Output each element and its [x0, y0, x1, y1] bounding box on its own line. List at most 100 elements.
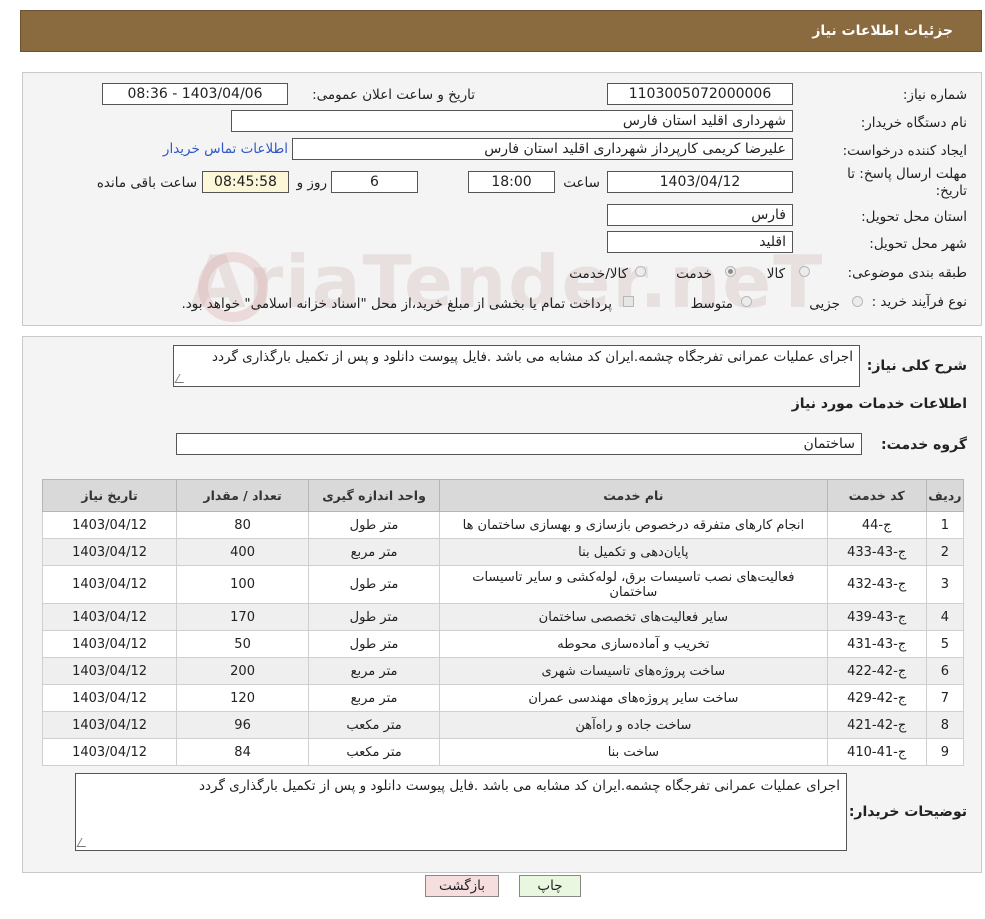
- cell-unit: متر مکعب: [308, 711, 440, 739]
- cell-unit: متر مربع: [308, 538, 440, 566]
- buyer-org-field[interactable]: شهرداری اقلید استان فارس: [231, 110, 793, 132]
- cell-service-name: سایر فعالیت‌های تخصصی ساختمان: [439, 603, 828, 631]
- remaining-days-field[interactable]: 6: [331, 171, 418, 193]
- cell-quantity: 96: [176, 711, 310, 739]
- service-group-field[interactable]: ساختمان: [176, 433, 862, 455]
- resize-grip-icon[interactable]: [174, 374, 189, 383]
- city-label: شهر محل تحویل:: [869, 236, 967, 252]
- summary-text: اجرای عملیات عمرانی تفرجگاه چشمه.ایران ک…: [211, 349, 853, 365]
- table-row: 3 ج-43-432 فعالیت‌های نصب تاسیسات برق، ل…: [41, 565, 965, 604]
- remaining-time-field[interactable]: 08:45:58: [202, 171, 289, 193]
- category-goods-service-label: کالا/خدمت: [569, 266, 628, 282]
- cell-row-number: 8: [925, 711, 965, 739]
- service-group-label: گروه خدمت:: [881, 437, 967, 453]
- table-row: 7 ج-42-429 ساخت سایر پروژه‌های مهندسی عم…: [41, 684, 965, 712]
- cell-service-code: ج-43-432: [826, 565, 927, 604]
- cell-service-code: ج-42-421: [826, 711, 927, 739]
- cell-quantity: 170: [176, 603, 310, 631]
- table-row: 2 ج-43-433 پایان‌دهی و تکمیل بنا متر مرب…: [41, 538, 965, 566]
- cell-need-date: 1403/04/12: [41, 565, 178, 604]
- deadline-time-field[interactable]: 18:00: [468, 171, 555, 193]
- cell-service-name: فعالیت‌های نصب تاسیسات برق، لوله‌کشی و س…: [439, 565, 828, 604]
- cell-need-date: 1403/04/12: [41, 738, 178, 766]
- cell-unit: متر طول: [308, 630, 440, 658]
- creator-field[interactable]: علیرضا کریمی کارپرداز شهرداری اقلید استا…: [292, 138, 793, 160]
- creator-label: ایجاد کننده درخواست:: [842, 143, 967, 159]
- cell-quantity: 50: [176, 630, 310, 658]
- cell-service-name: ساخت سایر پروژه‌های مهندسی عمران: [439, 684, 828, 712]
- purchase-medium-label: متوسط: [690, 296, 733, 312]
- services-table: ردیف کد خدمت نام خدمت واحد اندازه گیری ت…: [41, 479, 965, 766]
- table-row: 5 ج-43-431 تخریب و آماده‌سازی محوطه متر …: [41, 630, 965, 658]
- cell-need-date: 1403/04/12: [41, 511, 178, 539]
- col-header-service-code: کد خدمت: [826, 479, 927, 512]
- cell-service-code: ج-43-433: [826, 538, 927, 566]
- cell-need-date: 1403/04/12: [41, 684, 178, 712]
- cell-quantity: 100: [176, 565, 310, 604]
- announce-datetime-field[interactable]: 1403/04/06 - 08:36: [102, 83, 288, 105]
- cell-row-number: 9: [925, 738, 965, 766]
- purchase-medium-radio[interactable]: [741, 296, 752, 307]
- services-section-title: اطلاعات خدمات مورد نیاز: [791, 396, 967, 412]
- cell-service-name: ساخت جاده و راه‌آهن: [439, 711, 828, 739]
- page-header: جزئیات اطلاعات نیاز: [20, 10, 982, 52]
- resize-grip-icon[interactable]: [76, 838, 91, 847]
- cell-unit: متر طول: [308, 511, 440, 539]
- col-header-need-date: تاریخ نیاز: [41, 479, 178, 512]
- category-service-radio[interactable]: [725, 266, 736, 277]
- cell-need-date: 1403/04/12: [41, 630, 178, 658]
- back-button[interactable]: بازگشت: [425, 875, 499, 897]
- need-number-label: شماره نیاز:: [902, 87, 967, 103]
- province-field[interactable]: فارس: [607, 204, 793, 226]
- buyer-contact-link[interactable]: اطلاعات تماس خریدار: [163, 141, 288, 157]
- cell-service-name: تخریب و آماده‌سازی محوطه: [439, 630, 828, 658]
- city-field[interactable]: اقلید: [607, 231, 793, 253]
- cell-row-number: 7: [925, 684, 965, 712]
- summary-label: شرح کلی نیاز:: [866, 358, 967, 374]
- cell-unit: متر مکعب: [308, 738, 440, 766]
- cell-quantity: 120: [176, 684, 310, 712]
- table-row: 6 ج-42-422 ساخت پروژه‌های تاسیسات شهری م…: [41, 657, 965, 685]
- category-service-label: خدمت: [676, 266, 712, 282]
- cell-service-name: پایان‌دهی و تکمیل بنا: [439, 538, 828, 566]
- buyer-notes-label: توضیحات خریدار:: [848, 804, 967, 820]
- category-label: طبقه بندی موضوعی:: [847, 265, 967, 281]
- cell-unit: متر مربع: [308, 684, 440, 712]
- cell-row-number: 1: [925, 511, 965, 539]
- col-header-row-number: ردیف: [925, 479, 965, 512]
- buyer-notes-textarea[interactable]: اجرای عملیات عمرانی تفرجگاه چشمه.ایران ک…: [75, 773, 847, 851]
- cell-service-code: ج-42-429: [826, 684, 927, 712]
- table-row: 1 ج-44 انجام کارهای متفرقه درخصوص بازساز…: [41, 511, 965, 539]
- cell-service-code: ج-44: [826, 511, 927, 539]
- cell-quantity: 400: [176, 538, 310, 566]
- table-row: 8 ج-42-421 ساخت جاده و راه‌آهن متر مکعب …: [41, 711, 965, 739]
- category-goods-radio[interactable]: [799, 266, 810, 277]
- category-goods-service-radio[interactable]: [635, 266, 646, 277]
- purchase-minor-radio[interactable]: [852, 296, 863, 307]
- deadline-date-field[interactable]: 1403/04/12: [607, 171, 793, 193]
- print-button[interactable]: چاپ: [519, 875, 581, 897]
- cell-need-date: 1403/04/12: [41, 711, 178, 739]
- col-header-quantity: تعداد / مقدار: [176, 479, 310, 512]
- announce-datetime-label: تاریخ و ساعت اعلان عمومی:: [312, 87, 475, 103]
- cell-service-name: ساخت پروژه‌های تاسیسات شهری: [439, 657, 828, 685]
- cell-row-number: 5: [925, 630, 965, 658]
- buyer-notes-text: اجرای عملیات عمرانی تفرجگاه چشمه.ایران ک…: [198, 778, 840, 794]
- cell-row-number: 3: [925, 565, 965, 604]
- cell-service-code: ج-42-422: [826, 657, 927, 685]
- treasury-payment-checkbox[interactable]: [623, 296, 634, 307]
- summary-textarea[interactable]: اجرای عملیات عمرانی تفرجگاه چشمه.ایران ک…: [173, 345, 860, 387]
- deadline-label: مهلت ارسال پاسخ: تا: [847, 166, 967, 182]
- deadline-label-date: تاریخ:: [935, 183, 967, 199]
- purchase-type-label: نوع فرآیند خرید :: [871, 294, 967, 310]
- col-header-service-name: نام خدمت: [439, 479, 828, 512]
- need-number-field[interactable]: 1103005072000006: [607, 83, 793, 105]
- cell-row-number: 6: [925, 657, 965, 685]
- cell-quantity: 80: [176, 511, 310, 539]
- cell-service-code: ج-43-439: [826, 603, 927, 631]
- cell-need-date: 1403/04/12: [41, 657, 178, 685]
- cell-unit: متر طول: [308, 565, 440, 604]
- page-title: جزئیات اطلاعات نیاز: [812, 23, 953, 39]
- cell-unit: متر طول: [308, 603, 440, 631]
- cell-need-date: 1403/04/12: [41, 603, 178, 631]
